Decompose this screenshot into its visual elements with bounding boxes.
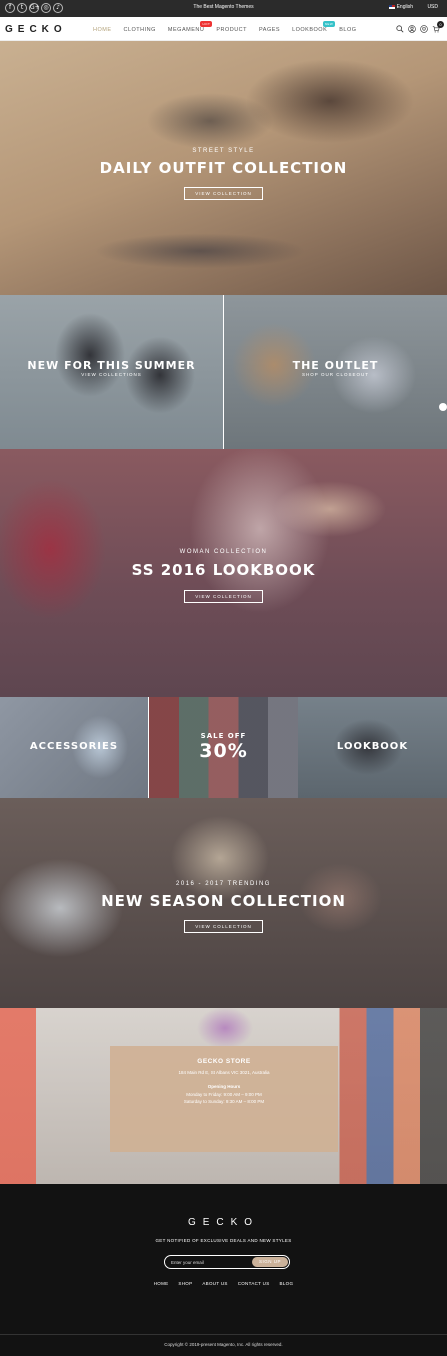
tile-outlet[interactable]: THE OUTLET SHOP OUR CLOSEOUT [224,295,447,449]
hero-title: DAILY OUTFIT COLLECTION [99,159,348,177]
cart-count-badge: 0 [437,21,444,28]
copyright: Copyright © 2019-present Magento, Inc. A… [164,1342,283,1347]
nav-home[interactable]: HOME [93,27,112,33]
store-section: GECKO STORE 184 Main Rd E, St Albans VIC… [0,1008,447,1184]
site-logo[interactable]: GECKO [5,24,67,35]
footer: GECKO GET NOTIFIED OF EXCLUSIVE DEALS AN… [0,1184,447,1356]
footer-logo: GECKO [187,1217,260,1228]
nav-megamenu[interactable]: MEGAMENU HOT [167,21,213,33]
flag-icon [388,5,395,9]
tile-title: THE OUTLET [292,359,379,372]
hero-title: NEW SEASON COLLECTION [101,892,346,910]
wishlist-icon[interactable] [420,25,428,33]
nav-label: LOOKBOOK [292,27,328,33]
hero-title: SS 2016 LOOKBOOK [131,561,316,579]
hero-lookbook: WOMAN COLLECTION SS 2016 LOOKBOOK VIEW C… [0,449,447,697]
nav-label: PRODUCT [216,27,248,33]
footer-link-home[interactable]: HOME [154,1281,169,1286]
store-hours: Monday to Friday: 9:00 AM – 9:00 PM Satu… [110,1092,338,1105]
hero-daily-outfit: STREET STYLE DAILY OUTFIT COLLECTION VIE… [0,41,447,295]
header: GECKO HOME CLOTHING MEGAMENU HOT PRODUCT … [0,17,447,41]
hours-weekend: Saturday to Sunday: 9:30 AM – 8:00 PM [183,1098,265,1104]
nav-product[interactable]: PRODUCT [216,27,247,33]
category-title: LOOKBOOK [336,741,409,752]
scroll-indicator[interactable] [439,403,447,411]
footer-link-shop[interactable]: SHOP [178,1281,192,1286]
footer-nav: HOME SHOP ABOUT US CONTACT US BLOG [0,1281,447,1286]
hot-badge: HOT [200,21,213,27]
hero-subtitle: STREET STYLE [192,148,255,154]
signup-button[interactable]: SIGN UP [252,1257,288,1267]
language-label: English [396,4,413,10]
top-bar: f t G+ ◎ ♪ The Best Magento Themes Engli… [0,0,447,17]
sale-label: SALE OFF [200,732,247,740]
nav-clothing[interactable]: CLOTHING [124,27,156,33]
category-sale[interactable]: SALE OFF 30% [149,697,298,798]
tile-link[interactable]: VIEW COLLECTIONS [0,372,223,377]
view-collection-button[interactable]: VIEW COLLECTION [184,920,263,933]
main-nav: HOME CLOTHING MEGAMENU HOT PRODUCT PAGES … [93,21,357,33]
user-icon[interactable] [408,25,416,33]
nav-label: BLOG [339,27,357,33]
view-collection-button[interactable]: VIEW COLLECTION [184,187,263,200]
header-icons: 0 [396,21,444,33]
footer-link-about[interactable]: ABOUT US [202,1281,227,1286]
promo-text: The Best Magento Themes [193,4,254,10]
category-title: ACCESSORIES [29,741,119,752]
hero-new-season: 2016 - 2017 TRENDING NEW SEASON COLLECTI… [0,798,447,1008]
category-accessories[interactable]: ACCESSORIES [0,697,148,798]
currency-selector[interactable]: USD [427,4,438,10]
tile-link[interactable]: SHOP OUR CLOSEOUT [224,372,447,377]
nav-lookbook[interactable]: LOOKBOOK NEW [292,21,336,33]
sale-percent: 30% [199,740,248,762]
store-address: 184 Main Rd E, St Albans VIC 3021, Austr… [178,1070,270,1075]
nav-label: HOME [93,27,112,33]
language-selector[interactable]: English [388,4,413,10]
newsletter-form: SIGN UP [164,1255,290,1269]
hero-subtitle: 2016 - 2017 TRENDING [176,881,271,887]
new-badge: NEW [322,21,336,27]
tile-title: NEW FOR THIS SUMMER [27,359,196,372]
view-collection-button[interactable]: VIEW COLLECTION [184,590,263,603]
nav-label: MEGAMENU [167,27,205,33]
footer-link-blog[interactable]: BLOG [280,1281,294,1286]
category-lookbook[interactable]: LOOKBOOK [298,697,447,798]
nav-pages[interactable]: PAGES [259,27,280,33]
nav-label: PAGES [259,27,281,33]
footer-link-contact[interactable]: CONTACT US [238,1281,270,1286]
store-info-card: GECKO STORE 184 Main Rd E, St Albans VIC… [110,1046,338,1152]
newsletter-text: GET NOTIFIED OF EXCLUSIVE DEALS AND NEW … [155,1238,292,1243]
tile-new-summer[interactable]: NEW FOR THIS SUMMER VIEW COLLECTIONS [0,295,223,449]
cart-icon[interactable]: 0 [432,21,444,33]
hours-title: Opening Hours [207,1084,241,1089]
hero-subtitle: WOMAN COLLECTION [179,549,268,555]
nav-label: CLOTHING [123,27,156,33]
footer-divider [0,1334,447,1335]
email-input[interactable] [171,1258,251,1266]
nav-blog[interactable]: BLOG [339,27,356,33]
search-icon[interactable] [396,25,404,33]
store-name: GECKO STORE [197,1058,251,1065]
